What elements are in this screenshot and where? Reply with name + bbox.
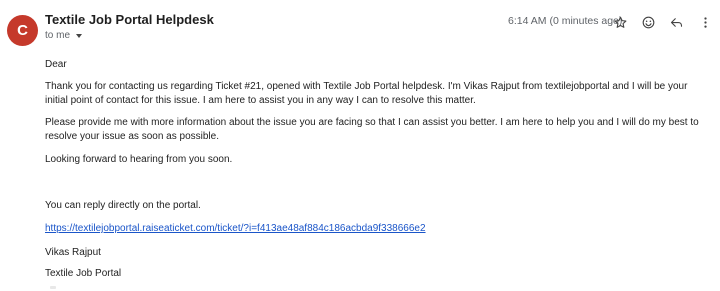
trimmed-content-indicator[interactable] (50, 286, 56, 289)
star-button[interactable] (609, 11, 631, 33)
signature-company: Textile Job Portal (45, 268, 122, 279)
reply-note: You can reply directly on the portal. (45, 200, 201, 211)
sender-name[interactable]: Textile Job Portal Helpdesk (45, 12, 214, 27)
body-paragraph-2: Please provide me with more information … (45, 117, 699, 142)
more-options-button[interactable] (694, 11, 716, 33)
emoji-icon (642, 16, 654, 28)
reply-button[interactable] (665, 11, 687, 33)
greeting: Dear (45, 59, 67, 70)
ticket-link[interactable]: https://textilejobportal.raiseaticket.co… (45, 223, 426, 234)
avatar-letter: C (17, 22, 28, 39)
chevron-down-icon[interactable] (76, 34, 83, 38)
more-vert-icon (703, 16, 707, 28)
emoji-reaction-button[interactable] (637, 11, 659, 33)
recipient-label: to me (45, 30, 71, 41)
reply-icon (670, 17, 682, 27)
timestamp: 6:14 AM (0 minutes ago) (508, 15, 623, 27)
signature-name: Vikas Rajput (45, 247, 101, 258)
recipient-details[interactable]: to me (45, 30, 83, 41)
body-paragraph-3: Looking forward to hearing from you soon… (45, 154, 233, 165)
ticket-link-line: https://textilejobportal.raiseaticket.co… (45, 222, 426, 236)
star-icon (614, 16, 626, 28)
avatar[interactable]: C (7, 15, 38, 46)
body-paragraph-1: Thank you for contacting us regarding Ti… (45, 81, 688, 106)
